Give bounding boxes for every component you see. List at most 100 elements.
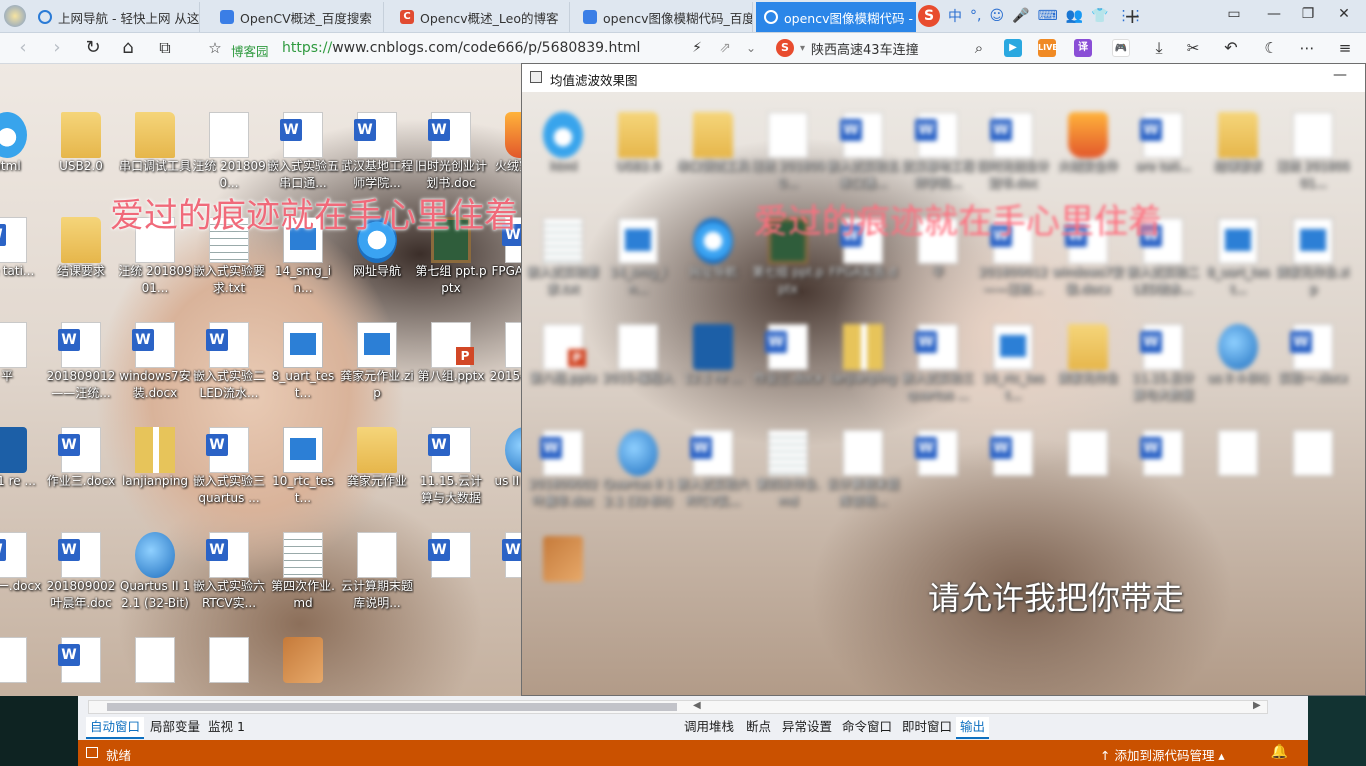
shortcut-label: 结课要求 (56, 264, 105, 278)
csdn-icon: C (400, 10, 414, 24)
translate-icon[interactable]: 译 (1074, 39, 1092, 57)
ime-toolbar[interactable]: S 中 °, ☺ 🎤 ⌨ 👥 👕 ⋮⋮ (918, 3, 1145, 29)
desktop-shortcut[interactable]: 8_uart_test... (266, 322, 340, 402)
undo-icon[interactable]: ↶ (1220, 37, 1242, 59)
desktop-shortcut[interactable]: 10_rtc_test... (266, 427, 340, 507)
tab-command-window[interactable]: 命令窗口 (838, 717, 896, 737)
tab-output[interactable]: 输出 (956, 717, 990, 739)
add-to-source-control-button[interactable]: ↑ 添加到源代码管理 ▴ (1100, 745, 1225, 764)
game-icon[interactable]: 🎮 (1112, 39, 1130, 57)
ime-skin-icon[interactable]: 👕 (1091, 8, 1108, 24)
desktop-shortcut[interactable]: 第八组.pptx (414, 322, 488, 402)
desktop-shortcut[interactable]: 武汉基地工程师学院... (340, 112, 414, 192)
shortcut-label: 12.1 re ... (684, 371, 742, 385)
refresh-icon[interactable]: ↻ (82, 37, 104, 59)
desktop-shortcut[interactable]: 串口调试工具 (118, 112, 192, 192)
desktop-shortcut[interactable]: 嵌入式实验六RTCV实... (192, 532, 266, 612)
scroll-left-icon[interactable]: ◀ (693, 700, 701, 711)
search-box[interactable]: S ▾ 陕西高速43车连撞 (776, 37, 990, 59)
minimize-icon[interactable]: — (1333, 67, 1347, 83)
forward-icon[interactable]: › (46, 37, 68, 59)
notification-bell-icon[interactable]: 🔔 (1271, 744, 1288, 760)
tab-call-stack[interactable]: 调用堆栈 (680, 717, 738, 737)
ime-emoji-icon[interactable]: ☺ (989, 8, 1004, 24)
tab-immediate-window[interactable]: 即时窗口 (898, 717, 956, 737)
desktop-shortcut[interactable]: 结课要求 (44, 217, 118, 297)
ime-user-icon[interactable]: 👥 (1066, 8, 1083, 24)
desktop-shortcut[interactable]: windows7安装.docx (118, 322, 192, 402)
new-tab-plus-icon[interactable]: + (1124, 4, 1141, 28)
share-icon[interactable]: ⇗ (714, 37, 736, 59)
search-input[interactable]: 陕西高速43车连撞 (811, 39, 919, 58)
desktop-shortcut[interactable]: 汪统 2018090... (192, 112, 266, 192)
ime-voice-icon[interactable]: 🎤 (1012, 8, 1029, 24)
desktop-shortcut[interactable]: Quartus II 12.1 (32-Bit) (118, 532, 192, 612)
desktop-shortcut[interactable]: html (0, 112, 44, 192)
desktop-shortcut[interactable]: lanjianping (118, 427, 192, 507)
desktop-shortcut[interactable]: 11.15.云计算与大数据论... (414, 427, 488, 507)
shortcut-label: 嵌入式实验三quartus ... (192, 474, 265, 505)
browser-tab-active[interactable]: opencv图像模糊代码 - (756, 2, 916, 32)
desktop-shortcut[interactable]: 作业三.docx (44, 427, 118, 507)
desktop-shortcut[interactable]: 平 (0, 322, 44, 402)
opencv-image-window[interactable]: 均值滤波效果图 — htmlUSB2.0串口调试工具汪统 2018090...嵌… (521, 63, 1366, 696)
window-titlebar[interactable]: 均值滤波效果图 — (522, 64, 1365, 93)
blurred-shortcut: 武汉基地工程师学院... (901, 112, 975, 192)
scrollbar-thumb[interactable] (107, 703, 677, 711)
lightning-icon[interactable]: ⚡ (686, 37, 708, 59)
chevron-down-icon[interactable]: ▾ (800, 43, 805, 54)
reading-mode-icon[interactable]: ⧉ (154, 37, 176, 59)
minimize-icon[interactable]: — (1264, 6, 1284, 22)
scissors-icon[interactable]: ✂ (1182, 37, 1204, 59)
night-mode-icon[interactable]: ☾ (1260, 37, 1282, 59)
horizontal-scrollbar[interactable]: ◀ ▶ (88, 700, 1268, 714)
chevron-down-icon[interactable]: ⌄ (740, 37, 762, 59)
desktop-shortcut[interactable]: 12.1 re ... (0, 427, 44, 507)
desktop-shortcut[interactable]: 实验一.docx (0, 532, 44, 612)
live-icon[interactable]: LIVE (1038, 39, 1058, 57)
download-icon[interactable]: ⤓ (1148, 37, 1170, 59)
tab-exception-settings[interactable]: 异常设置 (778, 717, 836, 737)
desktop-shortcut[interactable]: 201809002 叶晨年.doc (44, 532, 118, 612)
desktop-shortcut[interactable]: 第四次作业.md (266, 532, 340, 612)
tab-locals[interactable]: 局部变量 (146, 717, 204, 737)
tab-watch1[interactable]: 监视 1 (204, 717, 249, 737)
browser-tab[interactable]: 上网导航 - 轻快上网 从这 (30, 2, 200, 32)
desktop-edge (0, 696, 78, 766)
browser-tab[interactable]: C Opencv概述_Leo的博客 (392, 2, 570, 32)
desktop-shortcut[interactable]: are tati... (0, 217, 44, 297)
browser-logo-icon[interactable] (4, 5, 26, 27)
search-icon[interactable]: ⌕ (968, 37, 990, 59)
desktop-shortcut[interactable]: 云计算期末题库说明... (340, 532, 414, 612)
desktop-shortcut[interactable]: USB2.0 (44, 112, 118, 192)
desktop-shortcut[interactable]: 旧时光创业计划书.doc (414, 112, 488, 192)
doc-file-icon (135, 637, 175, 683)
tab-autos[interactable]: 自动窗口 (86, 717, 145, 739)
desktop-shortcut[interactable]: 龚家元作业 (340, 427, 414, 507)
close-icon[interactable]: ✕ (1334, 6, 1354, 22)
tab-breakpoints[interactable]: 断点 (742, 717, 775, 737)
restore-down-icon[interactable]: ▭ (1224, 6, 1244, 22)
blurred-shortcut: html (526, 112, 600, 192)
desktop-shortcut[interactable]: 嵌入式实验三quartus ... (192, 427, 266, 507)
favorite-star-icon[interactable]: ☆ (204, 37, 226, 59)
maximize-icon[interactable]: ❐ (1298, 6, 1318, 22)
desktop-shortcut[interactable]: 嵌入式实验二LED流水... (192, 322, 266, 402)
scroll-right-icon[interactable]: ▶ (1253, 700, 1261, 711)
menu-icon[interactable]: ≡ (1334, 37, 1356, 59)
browser-tab[interactable]: opencv图像模糊代码_百度 (575, 2, 753, 32)
desktop-shortcut[interactable]: 201809012 ——汪统... (44, 322, 118, 402)
sogou-logo-icon[interactable]: S (918, 5, 940, 27)
browser-tab[interactable]: OpenCV概述_百度搜索 (212, 2, 384, 32)
back-icon[interactable]: ‹ (12, 37, 34, 59)
desktop-shortcut[interactable]: 龚家元作业.zip (340, 322, 414, 402)
ime-keyboard-icon[interactable]: ⌨ (1038, 8, 1058, 24)
url-field[interactable]: https://www.cnblogs.com/code666/p/568083… (282, 40, 640, 56)
ime-mode-toggle[interactable]: 中 (948, 6, 962, 26)
home-icon[interactable]: ⌂ (117, 37, 139, 59)
desktop-shortcut[interactable] (414, 532, 488, 612)
more-menu-icon[interactable]: ⋯ (1296, 37, 1318, 59)
ime-punctuation-icon[interactable]: °, (970, 8, 981, 24)
desktop-shortcut[interactable]: 嵌入式实验五串口通... (266, 112, 340, 192)
video-icon[interactable]: ▶ (1004, 39, 1022, 57)
